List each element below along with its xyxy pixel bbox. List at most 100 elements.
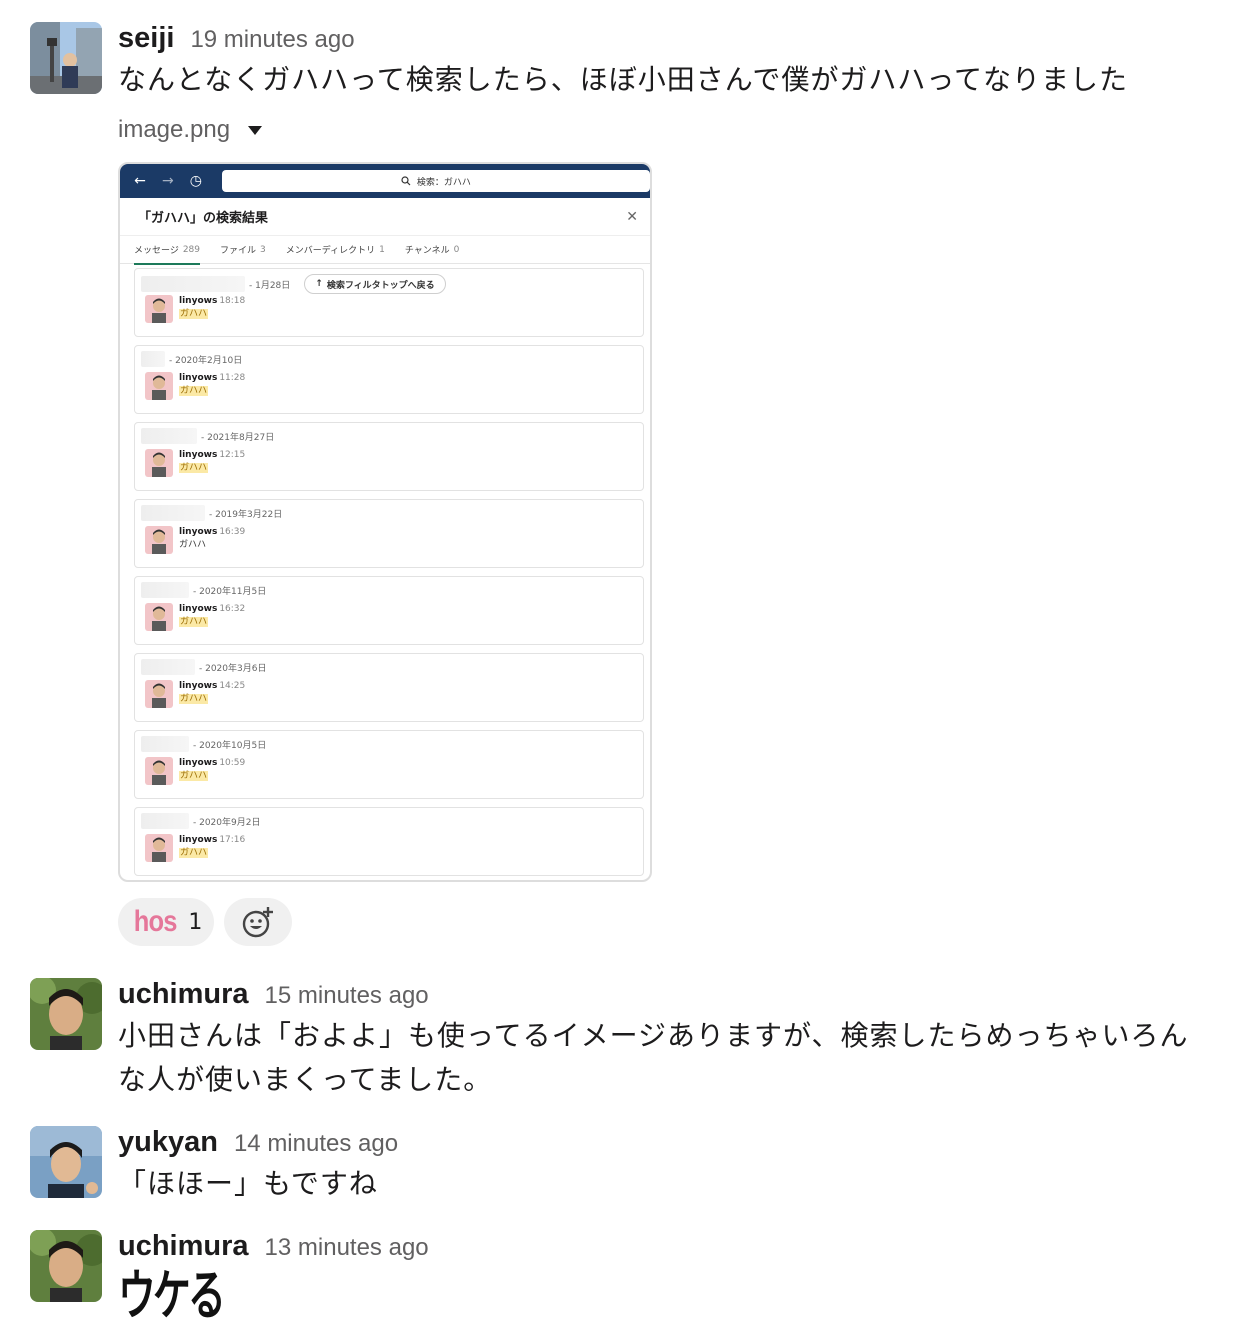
result-meta: - 2020年9月2日 xyxy=(141,813,260,829)
username[interactable]: seiji xyxy=(118,22,174,55)
back-to-top-pill: ↑ 検索フィルタトップへ戻る xyxy=(304,274,446,294)
message-text-line-1: 小田さんは「およよ」も使ってるイメージありますが、検索したらめっちゃいろん xyxy=(118,1019,1189,1052)
avatar xyxy=(145,372,173,400)
timestamp[interactable]: 14 minutes ago xyxy=(234,1130,398,1158)
redacted-channel xyxy=(141,428,197,444)
message-body: uchimura 13 minutes ago ウケる xyxy=(118,1230,1230,1326)
result-date: - 2021年8月27日 xyxy=(201,432,275,443)
result-user: linyows xyxy=(179,835,218,845)
redacted-channel xyxy=(141,351,165,367)
hos-emoji-icon: hos xyxy=(133,905,178,938)
add-reaction-button[interactable] xyxy=(224,898,293,946)
search-result-card: - 2020年3月6日 linyows 14:25 ガハハ xyxy=(134,653,644,722)
result-time: 12:15 xyxy=(219,450,246,460)
chevron-down-icon[interactable] xyxy=(248,125,263,135)
screenshot-title: 「ガハハ」の検索結果 xyxy=(138,211,269,226)
reaction-hos[interactable]: hos 1 xyxy=(118,898,215,946)
result-user: linyows xyxy=(179,758,218,768)
avatar xyxy=(145,603,173,631)
result-text: linyows 14:25 ガハハ xyxy=(179,680,245,706)
result-time: 17:16 xyxy=(219,835,246,845)
screenshot-tabs: メッセージ 289 ファイル 3 メンバーディレクトリ 1 チャンネル 0 xyxy=(120,236,650,265)
message-header: seiji 19 minutes ago xyxy=(118,22,1230,58)
result-meta: - 2020年3月6日 xyxy=(141,659,266,675)
result-time: 16:32 xyxy=(219,604,246,614)
message-body: yukyan 14 minutes ago 「ほほー」もですね xyxy=(118,1126,1230,1206)
search-result-card: - 2021年8月27日 linyows 12:15 ガハハ xyxy=(134,422,644,491)
avatar xyxy=(145,295,173,323)
result-meta: - 2020年10月5日 xyxy=(141,736,266,752)
timestamp[interactable]: 19 minutes ago xyxy=(190,26,354,54)
screenshot-topbar: ← → ◷ 検索：ガハハ xyxy=(120,164,650,198)
result-message: ガハハ xyxy=(179,386,209,396)
search-result-card: - 2020年11月5日 linyows 16:32 ガハハ xyxy=(134,576,644,645)
message-yukyan: yukyan 14 minutes ago 「ほほー」もですね xyxy=(30,1126,1230,1212)
result-time: 11:28 xyxy=(219,373,246,383)
result-time: 14:25 xyxy=(219,681,246,691)
tab-count: 289 xyxy=(182,244,201,255)
reactions-bar: hos 1 xyxy=(118,898,293,946)
result-text: linyows 11:28 ガハハ xyxy=(179,372,245,398)
arrow-left-icon: ← xyxy=(134,173,146,189)
tab-count: 1 xyxy=(379,244,385,255)
result-date: - 2020年9月2日 xyxy=(193,817,261,828)
message-header: yukyan 14 minutes ago xyxy=(118,1126,1230,1162)
message-body: uchimura 15 minutes ago 小田さんは「およよ」も使ってるイ… xyxy=(118,978,1230,1102)
arrow-right-icon: → xyxy=(162,173,174,189)
attachment-filename[interactable]: image.png xyxy=(118,116,230,144)
avatar xyxy=(145,834,173,862)
result-user: linyows xyxy=(179,527,218,537)
avatar xyxy=(145,680,173,708)
username[interactable]: uchimura xyxy=(118,1230,249,1263)
result-meta: - 1月28日 ↑ 検索フィルタトップへ戻る xyxy=(141,274,446,294)
close-icon: ✕ xyxy=(626,208,638,225)
result-user: linyows xyxy=(179,681,218,691)
message-text-line-2: な人が使いまくってました。 xyxy=(118,1063,493,1096)
result-meta: - 2020年11月5日 xyxy=(141,582,266,598)
screenshot-tab-files: ファイル 3 xyxy=(220,236,266,264)
result-time: 10:59 xyxy=(219,758,246,768)
tab-label: チャンネル xyxy=(404,246,450,256)
screenshot-search-bar: 検索：ガハハ xyxy=(221,170,650,192)
attachment-image[interactable]: ← → ◷ 検索：ガハハ 「ガハハ」の検索結果 ✕ メッセージ 289 ファイル 3… xyxy=(118,162,652,882)
screenshot-tab-channels: チャンネル 0 xyxy=(405,236,459,264)
redacted-channel xyxy=(141,582,189,598)
result-user: linyows xyxy=(179,450,218,460)
result-text: linyows 17:16 ガハハ xyxy=(179,834,245,860)
avatar xyxy=(145,757,173,785)
reaction-count: 1 xyxy=(188,909,203,935)
avatar[interactable] xyxy=(30,22,102,94)
search-result-card: - 2020年2月10日 linyows 11:28 ガハハ xyxy=(134,345,644,414)
message-header: uchimura 15 minutes ago xyxy=(118,978,1230,1014)
message-uchimura-2: uchimura 13 minutes ago ウケる xyxy=(30,1230,1230,1334)
tab-label: ファイル xyxy=(220,246,257,256)
result-date: - 2020年3月6日 xyxy=(199,663,267,674)
result-text: linyows 16:39 ガハハ xyxy=(179,526,245,552)
result-message: ガハハ xyxy=(179,540,207,550)
result-meta: - 2020年2月10日 xyxy=(141,351,242,367)
username[interactable]: uchimura xyxy=(118,978,249,1011)
message-uchimura: uchimura 15 minutes ago 小田さんは「およよ」も使ってるイ… xyxy=(30,978,1230,1108)
result-user: linyows xyxy=(179,604,218,614)
timestamp[interactable]: 15 minutes ago xyxy=(265,982,429,1010)
search-result-card: - 2020年9月2日 linyows 17:16 ガハハ xyxy=(134,807,644,876)
result-user: linyows xyxy=(179,296,218,306)
tab-label: メンバーディレクトリ xyxy=(285,246,376,256)
ukeru-emoji-icon: ウケる xyxy=(118,1264,226,1327)
result-time: 18:18 xyxy=(219,296,246,306)
avatar[interactable] xyxy=(30,978,102,1050)
attachment-header[interactable]: image.png xyxy=(118,116,263,144)
avatar[interactable] xyxy=(30,1126,102,1198)
timestamp[interactable]: 13 minutes ago xyxy=(265,1234,429,1262)
result-time: 16:39 xyxy=(219,527,246,537)
screenshot-header: 「ガハハ」の検索結果 ✕ xyxy=(120,198,650,236)
message-body: seiji 19 minutes ago なんとなくガハハって検索したら、ほぼ小… xyxy=(118,22,1230,102)
username[interactable]: yukyan xyxy=(118,1126,218,1159)
tab-label: メッセージ xyxy=(134,246,179,256)
avatar xyxy=(145,526,173,554)
clock-icon: ◷ xyxy=(189,173,202,189)
search-result-card: - 2020年10月5日 linyows 10:59 ガハハ xyxy=(134,730,644,799)
avatar[interactable] xyxy=(30,1230,102,1302)
avatar xyxy=(145,449,173,477)
redacted-channel xyxy=(141,276,245,292)
